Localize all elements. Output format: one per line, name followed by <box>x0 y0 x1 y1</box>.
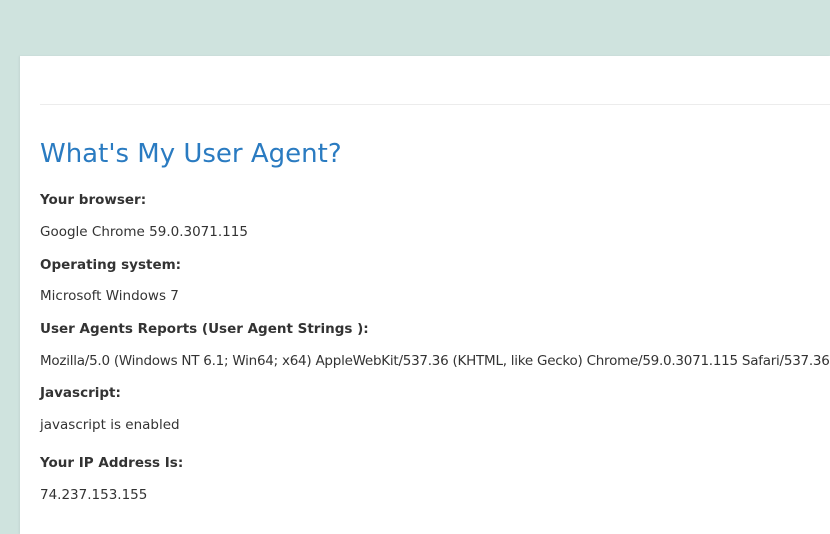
ip-address-label: Your IP Address Is: <box>40 455 184 471</box>
ip-address-value: 74.237.153.155 <box>40 487 148 503</box>
browser-label: Your browser: <box>40 192 147 208</box>
user-agent-label: User Agents Reports (User Agent Strings … <box>40 321 369 337</box>
header-divider <box>40 104 830 105</box>
javascript-value: javascript is enabled <box>40 417 180 433</box>
javascript-label: Javascript: <box>40 385 121 401</box>
browser-value: Google Chrome 59.0.3071.115 <box>40 224 248 240</box>
page-background-band <box>0 0 830 56</box>
page-title: What's My User Agent? <box>40 139 342 169</box>
os-label: Operating system: <box>40 257 182 273</box>
os-value: Microsoft Windows 7 <box>40 288 179 304</box>
user-agent-value: Mozilla/5.0 (Windows NT 6.1; Win64; x64)… <box>40 353 830 369</box>
content-card: What's My User Agent? Your browser: Goog… <box>20 56 830 534</box>
